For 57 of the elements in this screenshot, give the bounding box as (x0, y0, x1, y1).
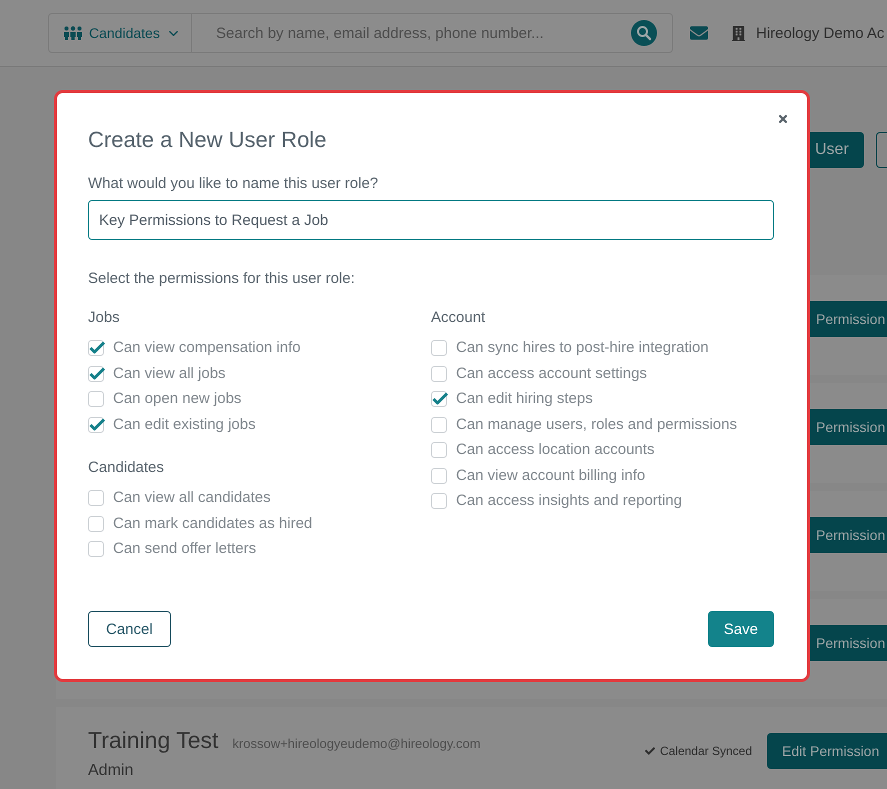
people-icon (63, 26, 83, 40)
cancel-button[interactable]: Cancel (88, 611, 171, 647)
checkbox[interactable] (88, 364, 105, 382)
field-label: What would you like to name this user role? (88, 174, 380, 194)
section-label: Select the permissions for this user role: (88, 269, 356, 289)
checkbox[interactable] (88, 339, 105, 356)
group-heading: Candidates (88, 458, 165, 478)
checkbox[interactable] (88, 390, 105, 408)
permission-label: Can access location accounts (456, 441, 654, 458)
search-icon[interactable] (631, 20, 657, 46)
account-name[interactable]: Hireology Demo Ac (756, 24, 884, 42)
role-name-input[interactable]: Key Permissions to Request a Job (88, 200, 774, 240)
permission-label: Can edit existing jobs (113, 416, 256, 433)
permission-label: Can manage users, roles and permissions (456, 416, 737, 433)
checkbox[interactable] (431, 466, 448, 484)
checkbox[interactable] (88, 514, 105, 532)
checkbox[interactable] (431, 390, 448, 408)
building-icon (731, 26, 746, 40)
checkbox[interactable] (88, 489, 105, 506)
permissions-button[interactable]: Permission (810, 409, 887, 445)
permission-label: Can send offer letters (113, 540, 256, 558)
permission-label: Can view all jobs (113, 364, 226, 382)
permission-label: Can access account settings (456, 364, 647, 382)
permissions-button[interactable]: Permission (810, 301, 887, 337)
user-name: Training Test (88, 727, 218, 754)
check-icon (644, 746, 655, 756)
checkbox[interactable] (431, 492, 448, 510)
checkbox[interactable] (88, 416, 105, 433)
permission-label: Can view account billing info (456, 466, 646, 484)
group-heading: Jobs (88, 308, 121, 328)
calendar-status: Calendar Synced (660, 744, 752, 758)
permission-label: Can view all candidates (113, 489, 271, 506)
checkbox[interactable] (431, 441, 448, 458)
checkbox[interactable] (431, 339, 448, 356)
permission-label: Can mark candidates as hired (113, 514, 312, 532)
user-role: Admin (88, 762, 134, 780)
user-button[interactable]: User (810, 132, 864, 168)
permissions-button[interactable]: Permission (810, 517, 887, 553)
mail-icon[interactable] (690, 24, 708, 42)
permission-label: Can access insights and reporting (456, 492, 682, 510)
permission-label: Can view compensation info (113, 339, 301, 356)
outline-button[interactable] (876, 132, 887, 168)
permission-label: Can edit hiring steps (456, 390, 593, 408)
user-email: krossow+hireologyeudemo@hireology.com (232, 736, 481, 751)
checkbox[interactable] (431, 364, 448, 382)
search-field[interactable]: Search by name, email address, phone number... (192, 13, 673, 53)
checkbox[interactable] (431, 416, 448, 433)
close-icon[interactable] (777, 113, 789, 125)
checkbox[interactable] (88, 540, 105, 558)
scope-dropdown[interactable]: Candidates (48, 13, 192, 53)
edit-permissions-button[interactable]: Edit Permission (767, 733, 887, 769)
group-heading: Account (431, 308, 486, 328)
save-button[interactable]: Save (708, 611, 774, 647)
permissions-button[interactable]: Permission (810, 625, 887, 661)
permission-label: Can open new jobs (113, 390, 242, 408)
dialog-title: Create a New User Role (88, 126, 326, 154)
permission-label: Can sync hires to post-hire integration (456, 339, 709, 356)
